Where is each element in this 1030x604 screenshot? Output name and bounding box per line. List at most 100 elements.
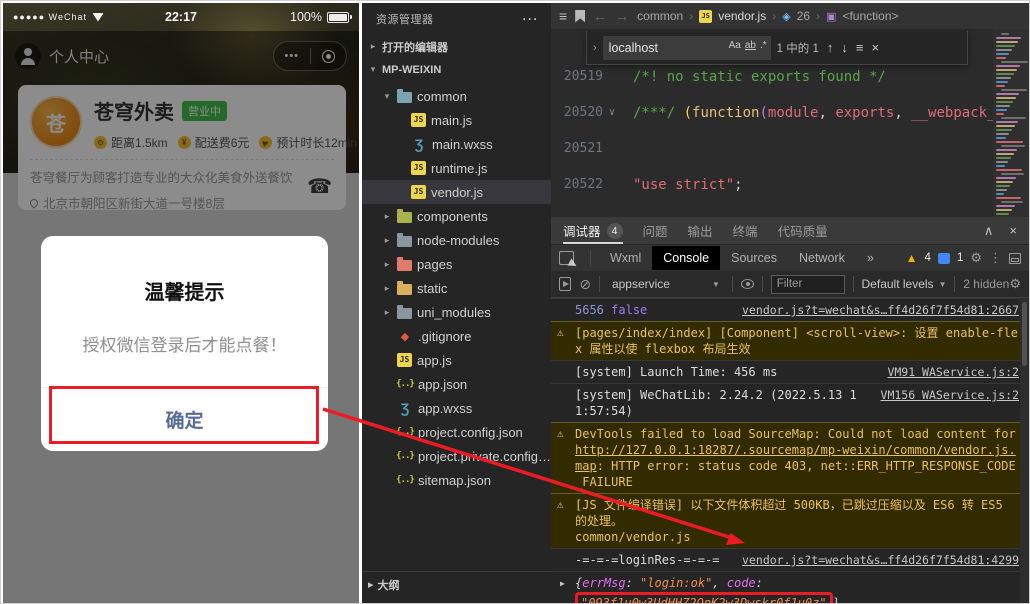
wxss-icon: Ʒ	[411, 137, 427, 152]
tree-item-project-config-json[interactable]: {..} project.config.json	[362, 420, 551, 444]
explorer-title: 资源管理器	[376, 11, 523, 27]
modal-title: 温馨提示	[41, 276, 328, 305]
live-expression-eye-icon[interactable]	[741, 279, 754, 289]
match-case-toggle[interactable]: Aa	[729, 40, 741, 51]
debugger-tab-debugger[interactable]: 调试器 4	[563, 217, 623, 244]
tree-item-label: vendor.js	[431, 185, 483, 200]
debugger-tab-problems[interactable]: 问题	[643, 217, 668, 244]
tree-item-pages[interactable]: ▸ pages	[362, 252, 551, 276]
console-sidebar-toggle-icon[interactable]	[559, 277, 571, 291]
debugger-tab-output[interactable]: 输出	[688, 217, 713, 244]
js-file-icon: JS	[699, 10, 712, 23]
tree-item-label: pages	[417, 257, 452, 272]
panel-close-icon[interactable]: ×	[1009, 223, 1017, 238]
tree-item-common[interactable]: ▾ common	[362, 84, 551, 108]
console-filter-input[interactable]	[771, 275, 845, 294]
find-next-icon[interactable]: ↓	[841, 40, 848, 55]
fold-chevron-icon[interactable]: ∨	[603, 95, 621, 131]
devtools-settings-icon[interactable]: ⚙	[970, 250, 982, 266]
tree-item-components[interactable]: ▸ components	[362, 204, 551, 228]
bookmark-icon[interactable]	[575, 10, 585, 23]
log-levels-select[interactable]: Default levels ▼	[862, 277, 947, 291]
breadcrumb-folder[interactable]: common	[637, 9, 683, 23]
tree-item-app-json[interactable]: {..} app.json	[362, 372, 551, 396]
find-widget: › Aa ab .* 1 中的 1 ↑ ↓ ≡ ×	[586, 31, 968, 65]
expand-triangle-icon[interactable]: ▶	[560, 576, 565, 592]
open-editors-section[interactable]: ▸ 打开的编辑器	[362, 35, 551, 58]
debugger-tab-code-quality[interactable]: 代码质量	[778, 217, 828, 244]
warning-count-icon[interactable]: ▲	[906, 251, 918, 265]
debugger-tab-label: 问题	[643, 221, 668, 240]
inspect-element-icon[interactable]	[559, 251, 574, 265]
devtools-tab-wxml[interactable]: Wxml	[599, 246, 652, 270]
console-settings-icon[interactable]: ⚙	[1009, 276, 1021, 292]
tree-item-uni-modules[interactable]: ▸ uni_modules	[362, 300, 551, 324]
devtools-tab-sources[interactable]: Sources	[720, 246, 788, 270]
tree-item-main-wxss[interactable]: Ʒ main.wxss	[362, 132, 551, 156]
project-root-section[interactable]: ▾ MP-WEIXIN	[362, 58, 551, 81]
confirm-button[interactable]: 确定	[165, 406, 203, 433]
find-match-count: 1 中的 1	[777, 40, 819, 56]
console-message: [system] Launch Time: 456 ms VM91 WAServ…	[551, 360, 1029, 383]
tree-item-main-js[interactable]: JS main.js	[362, 108, 551, 132]
fold-chevron-icon[interactable]	[603, 131, 621, 167]
editor-minimap[interactable]	[993, 29, 1029, 217]
js-icon: JS	[411, 185, 426, 199]
tree-chevron-icon: ▾	[382, 91, 392, 102]
tree-item-static[interactable]: ▸ static	[362, 276, 551, 300]
regex-toggle[interactable]: .*	[760, 40, 767, 51]
console-scrollbar[interactable]	[1020, 298, 1029, 603]
breadcrumb-symbol[interactable]: <function>	[842, 9, 898, 23]
folder-node-icon	[397, 236, 412, 247]
tree-item-project-private-config-js[interactable]: {..} project.private.config.js…	[362, 444, 551, 468]
console-source-link[interactable]: VM156 WAService.js:2	[881, 387, 1019, 403]
whole-word-toggle[interactable]: ab	[745, 40, 756, 51]
editor-menu-icon[interactable]: ≡	[559, 8, 567, 24]
devtools-tabbar: WxmlConsoleSourcesNetwork» ▲ 4 1 ⚙ ⋮	[551, 244, 1029, 271]
breadcrumb-file[interactable]: vendor.js	[718, 9, 766, 23]
explorer-more-actions-icon[interactable]: ···	[523, 12, 540, 26]
find-expand-chevron-icon[interactable]: ›	[593, 42, 597, 54]
code-text: /***/ (function(module, exports, __webpa…	[621, 95, 1029, 131]
devtools-tab-console[interactable]: Console	[652, 246, 720, 270]
console-source-link[interactable]: vendor.js?t=wechat&s…ff4d26f7f54d81:4299	[742, 552, 1019, 568]
tree-item-label: app.js	[417, 353, 452, 368]
tree-item-app-wxss[interactable]: Ʒ app.wxss	[362, 396, 551, 420]
forward-arrow-icon[interactable]: →	[615, 8, 629, 24]
clear-console-icon[interactable]: ⊘	[579, 276, 591, 293]
devtools-more-icon[interactable]: ⋮	[989, 250, 1002, 266]
outline-section[interactable]: ▸ 大纲	[362, 571, 551, 597]
folder-uni-icon	[397, 308, 412, 319]
wifi-icon	[92, 13, 104, 22]
debugger-tab-terminal[interactable]: 终端	[733, 217, 758, 244]
dock-side-icon[interactable]	[1009, 253, 1021, 264]
json-icon: {..}	[397, 449, 413, 464]
breadcrumb-line[interactable]: 26	[797, 9, 810, 23]
symbol-module-icon: ◈	[782, 10, 790, 23]
panel-collapse-icon[interactable]: ∧	[984, 223, 994, 239]
devtools-tab-more[interactable]: »	[856, 246, 885, 270]
tree-item-sitemap-json[interactable]: {..} sitemap.json	[362, 468, 551, 492]
tree-item-app-js[interactable]: JS app.js	[362, 348, 551, 372]
issues-count: 1	[957, 252, 963, 264]
tree-item-gitignore[interactable]: ◆ .gitignore	[362, 324, 551, 348]
tree-chevron-icon: ▸	[382, 211, 392, 222]
issues-bubble-icon[interactable]	[938, 253, 950, 264]
fold-chevron-icon[interactable]	[603, 167, 621, 203]
tree-item-runtime-js[interactable]: JS runtime.js	[362, 156, 551, 180]
find-previous-icon[interactable]: ↑	[827, 40, 834, 55]
tree-item-label: uni_modules	[417, 305, 491, 320]
console-source-link[interactable]: vendor.js?t=wechat&s…ff4d26f7f54d81:2667	[742, 302, 1019, 318]
json-icon: {..}	[397, 473, 413, 488]
tree-item-label: main.wxss	[432, 137, 493, 152]
console-source-link[interactable]: VM91 WAService.js:2	[887, 364, 1019, 380]
find-in-selection-icon[interactable]: ≡	[856, 40, 864, 55]
wechat-devtools-window: ●●●●● WeChat 22:17 100% 个人中心 ••• 苍	[0, 0, 1030, 604]
devtools-tab-network[interactable]: Network	[788, 246, 856, 270]
dropdown-caret-icon: ▼	[712, 280, 720, 289]
tree-item-node-modules[interactable]: ▸ node-modules	[362, 228, 551, 252]
find-close-icon[interactable]: ×	[871, 40, 879, 55]
back-arrow-icon[interactable]: ←	[593, 8, 607, 24]
tree-item-vendor-js[interactable]: JS vendor.js	[362, 180, 551, 204]
execution-context-select[interactable]: appservice ▼	[608, 275, 724, 293]
